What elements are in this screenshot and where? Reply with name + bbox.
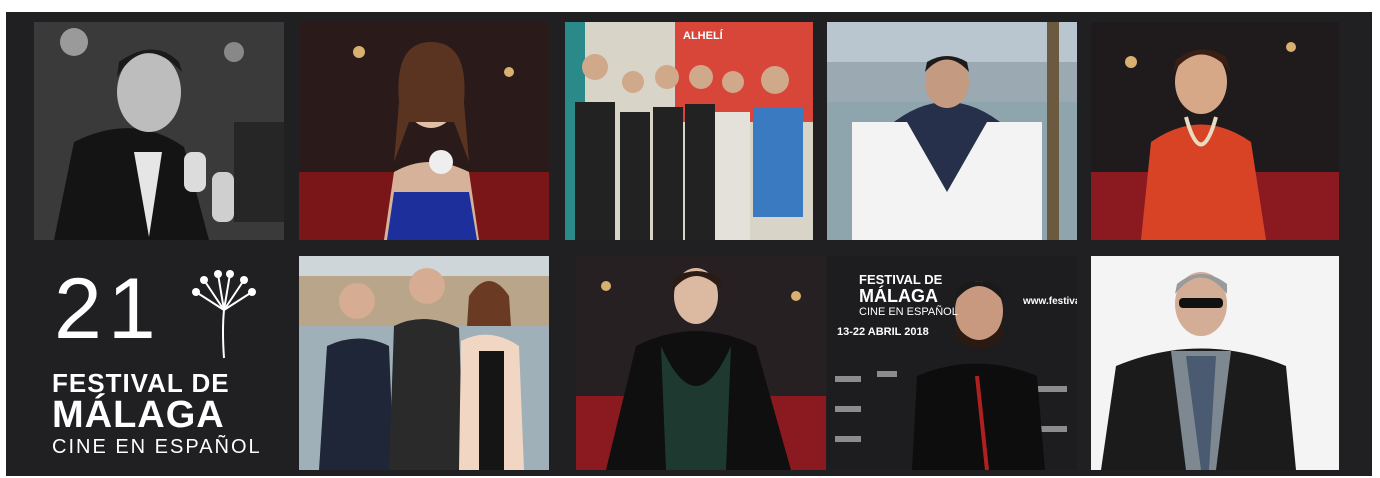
photocall-dates: 13-22 ABRIL 2018 — [837, 326, 929, 338]
logo-line-cine: CINE EN ESPAÑOL — [52, 436, 262, 458]
logo-edition-number: 21 — [54, 261, 162, 357]
photocall-line-cine: CINE EN ESPAÑOL — [859, 306, 958, 318]
photo-director-photocall: FESTIVAL DE MÁLAGA CINE EN ESPAÑOL 13-22… — [827, 256, 1077, 470]
photo-actress-blue-dress — [299, 22, 549, 240]
photo-director-white-background — [1091, 256, 1339, 470]
photocall-url: www.festiva — [1023, 296, 1077, 307]
logo-line-malaga: MÁLAGA — [52, 394, 225, 436]
photo-group-alheli: ALHELÍ — [565, 22, 813, 240]
biznaga-flower-icon — [192, 270, 256, 359]
photo-actress-red-top — [1091, 22, 1339, 240]
photocall-line-malaga: MÁLAGA — [859, 286, 938, 306]
festival-logo: 21 FESTIVAL DE MÁLAGA CINE EN ESPAÑOL — [36, 258, 286, 468]
photo-actor-bw-red-carpet — [34, 22, 284, 240]
photo-actress-green-dress — [576, 256, 826, 470]
photo-trio-seaside — [299, 256, 549, 470]
photocall-line-festival: FESTIVAL DE — [859, 272, 943, 287]
photo-director-waterfront — [827, 22, 1077, 240]
banner-alheli-text: ALHELÍ — [683, 30, 723, 42]
